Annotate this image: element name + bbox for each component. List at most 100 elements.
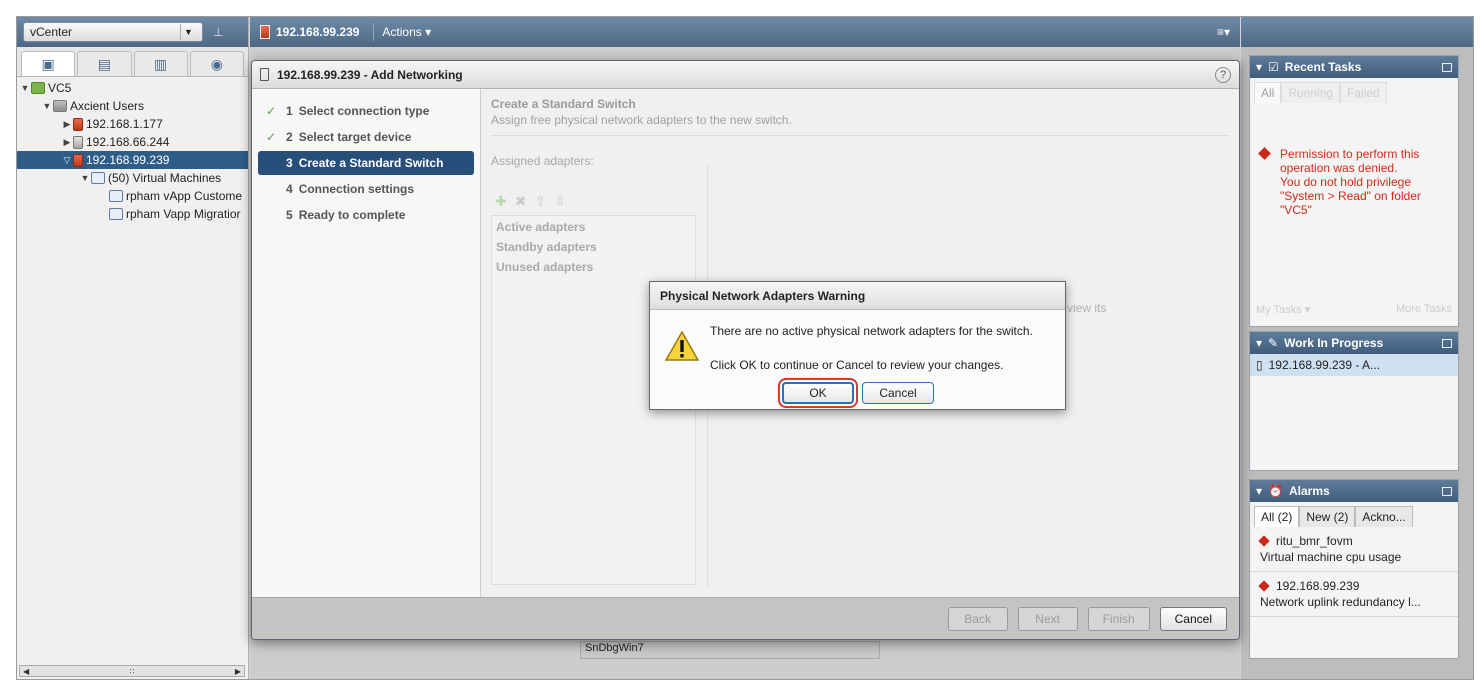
collapse-icon[interactable]: ▾ xyxy=(1256,484,1262,498)
warning-message: There are no active physical network ada… xyxy=(710,324,1033,338)
networking-icon[interactable]: ◉ xyxy=(189,51,244,76)
tab-running[interactable]: Running xyxy=(1281,82,1341,103)
maximize-icon[interactable] xyxy=(1442,338,1452,348)
alarms-portlet: ▾ ⏰ Alarms All (2) New (2) Ackno... ritu… xyxy=(1249,479,1459,659)
wip-item[interactable]: ▯ 192.168.99.239 - A... xyxy=(1250,354,1458,376)
adapters-warning-dialog: Physical Network Adapters Warning There … xyxy=(649,281,1066,410)
finish-button[interactable]: Finish xyxy=(1087,606,1150,631)
step-number: 5 xyxy=(286,208,293,222)
collapse-icon[interactable]: ▾ xyxy=(1256,60,1262,74)
step-ready-to-complete[interactable]: 5 Ready to complete xyxy=(258,203,474,227)
tree-item-axcient-users[interactable]: ▼ Axcient Users xyxy=(17,97,248,115)
tree-item-label: rpham Vapp Migratior xyxy=(126,207,241,221)
alarm-critical-icon xyxy=(1258,535,1270,547)
maximize-icon[interactable] xyxy=(1442,62,1452,72)
back-button[interactable]: Back xyxy=(947,606,1008,631)
collapse-icon[interactable]: ▾ xyxy=(1256,336,1262,350)
alarm-item[interactable]: ritu_bmr_fovm Virtual machine cpu usage xyxy=(1250,527,1458,572)
navigator-header: vCenter ▼ ⊥ xyxy=(17,17,248,47)
alarms-header: ▾ ⏰ Alarms xyxy=(1250,480,1458,502)
navigator-back-select[interactable]: vCenter ▼ xyxy=(23,22,203,42)
tab-failed[interactable]: Failed xyxy=(1340,82,1387,103)
right-panel: ▾ ☑ Recent Tasks All Running Failed Perm… xyxy=(1241,17,1473,679)
tab-acknowledged-alarms[interactable]: Ackno... xyxy=(1355,506,1413,527)
step-connection-settings[interactable]: 4 Connection settings xyxy=(258,177,474,201)
assigned-adapters-label: Assigned adapters: xyxy=(491,154,594,168)
step-label: Ready to complete xyxy=(298,208,406,222)
navigator-tabs: ▣ ▤ ▥ ◉ xyxy=(17,47,248,77)
tree-item-label: VC5 xyxy=(48,81,72,95)
expand-icon[interactable]: ▼ xyxy=(79,173,91,183)
add-adapter-icon[interactable]: ✚ xyxy=(495,193,515,209)
alarm-description: Virtual machine cpu usage xyxy=(1260,550,1402,564)
my-tasks-dropdown[interactable]: My Tasks ▾ xyxy=(1256,303,1310,316)
vm-folder-icon xyxy=(91,172,105,184)
host-alert-icon xyxy=(260,25,270,39)
collapse-icon[interactable]: ▶ xyxy=(61,137,73,148)
tab-all-alarms[interactable]: All (2) xyxy=(1254,506,1300,527)
tab-new-alarms[interactable]: New (2) xyxy=(1299,506,1356,527)
tree-item-vc5[interactable]: ▼ VC5 xyxy=(17,79,248,97)
content-subtitle: Assign free physical network adapters to… xyxy=(491,113,1229,136)
portlet-title: Work In Progress xyxy=(1284,336,1384,350)
error-line: operation was denied. xyxy=(1280,161,1398,175)
active-adapters-group[interactable]: Active adapters xyxy=(492,216,695,236)
tree-item-host[interactable]: ▶ 192.168.1.177 xyxy=(17,115,248,133)
tree-item-vapp[interactable]: rpham Vapp Migratior xyxy=(17,205,248,223)
step-select-connection-type[interactable]: ✓ 1 Select connection type xyxy=(258,99,474,123)
scroll-grip-icon[interactable]: ∷ xyxy=(129,667,134,676)
help-icon[interactable]: ? xyxy=(1215,66,1231,83)
tree-item-label: 192.168.1.177 xyxy=(86,117,163,131)
vapp-icon xyxy=(109,190,123,202)
expand-icon[interactable]: ▼ xyxy=(19,83,31,93)
cancel-button[interactable]: Cancel xyxy=(862,382,934,404)
alarm-item[interactable]: 192.168.99.239 Network uplink redundancy… xyxy=(1250,572,1458,617)
tree-item-host[interactable]: ▶ 192.168.66.244 xyxy=(17,133,248,151)
checkmark-icon: ✓ xyxy=(266,104,277,118)
storage-icon[interactable]: ▥ xyxy=(133,51,188,76)
expand-icon[interactable]: ▼ xyxy=(41,101,53,111)
maximize-icon[interactable] xyxy=(1442,486,1452,496)
move-down-icon[interactable]: ⇩ xyxy=(554,193,574,209)
move-up-icon[interactable]: ⇧ xyxy=(534,193,554,209)
vms-and-templates-icon[interactable]: ▤ xyxy=(77,51,132,76)
scroll-right-icon[interactable]: ▶ xyxy=(235,667,241,676)
wizard-footer: Back Next Finish Cancel xyxy=(252,597,1239,639)
alarm-critical-icon xyxy=(1258,580,1270,592)
list-menu-icon[interactable]: ≡▾ xyxy=(1217,25,1230,39)
host-alert-icon xyxy=(73,153,83,167)
step-label: Connection settings xyxy=(298,182,415,196)
ok-button[interactable]: OK xyxy=(782,382,854,404)
horizontal-scrollbar[interactable]: ◀ ∷ ▶ xyxy=(19,665,245,677)
work-in-progress-portlet: ▾ ✎ Work In Progress ▯ 192.168.99.239 - … xyxy=(1249,331,1459,471)
more-tasks-link[interactable]: More Tasks xyxy=(1396,303,1452,316)
step-select-target-device[interactable]: ✓ 2 Select target device xyxy=(258,125,474,149)
details-hint: view its xyxy=(1067,301,1107,315)
tree-item-vm-folder[interactable]: ▼ (50) Virtual Machines xyxy=(17,169,248,187)
device-icon: ▯ xyxy=(1256,358,1263,372)
unused-adapters-group[interactable]: Unused adapters xyxy=(492,256,695,276)
expand-icon[interactable]: ▽ xyxy=(61,155,73,166)
next-button[interactable]: Next xyxy=(1017,606,1078,631)
tree-item-host-selected[interactable]: ▽ 192.168.99.239 xyxy=(17,151,248,169)
pin-icon[interactable]: ⊥ xyxy=(213,25,223,39)
collapse-icon[interactable]: ▶ xyxy=(61,119,73,130)
chevron-down-icon[interactable]: ▼ xyxy=(180,24,196,40)
warning-icon xyxy=(664,330,700,361)
actions-menu-button[interactable]: Actions ▾ xyxy=(373,23,439,41)
tree-item-vapp[interactable]: rpham vApp Custome xyxy=(17,187,248,205)
background-vm-row: SnDbgWin7 xyxy=(580,641,880,659)
vapp-icon xyxy=(109,208,123,220)
scroll-left-icon[interactable]: ◀ xyxy=(23,667,29,676)
standby-adapters-group[interactable]: Standby adapters xyxy=(492,236,695,256)
remove-adapter-icon[interactable]: ✖ xyxy=(515,193,535,209)
recent-tasks-tabs: All Running Failed xyxy=(1250,78,1458,103)
tree-item-label: Axcient Users xyxy=(70,99,145,113)
tab-all[interactable]: All xyxy=(1254,82,1282,103)
hosts-and-clusters-icon[interactable]: ▣ xyxy=(21,51,76,76)
wizard-cancel-button[interactable]: Cancel xyxy=(1159,606,1227,631)
error-line: "System > Read" on folder xyxy=(1280,189,1421,203)
alarms-tabs: All (2) New (2) Ackno... xyxy=(1250,502,1458,527)
tree-item-label: rpham vApp Custome xyxy=(126,189,243,203)
step-create-standard-switch[interactable]: 3 Create a Standard Switch xyxy=(258,151,474,175)
